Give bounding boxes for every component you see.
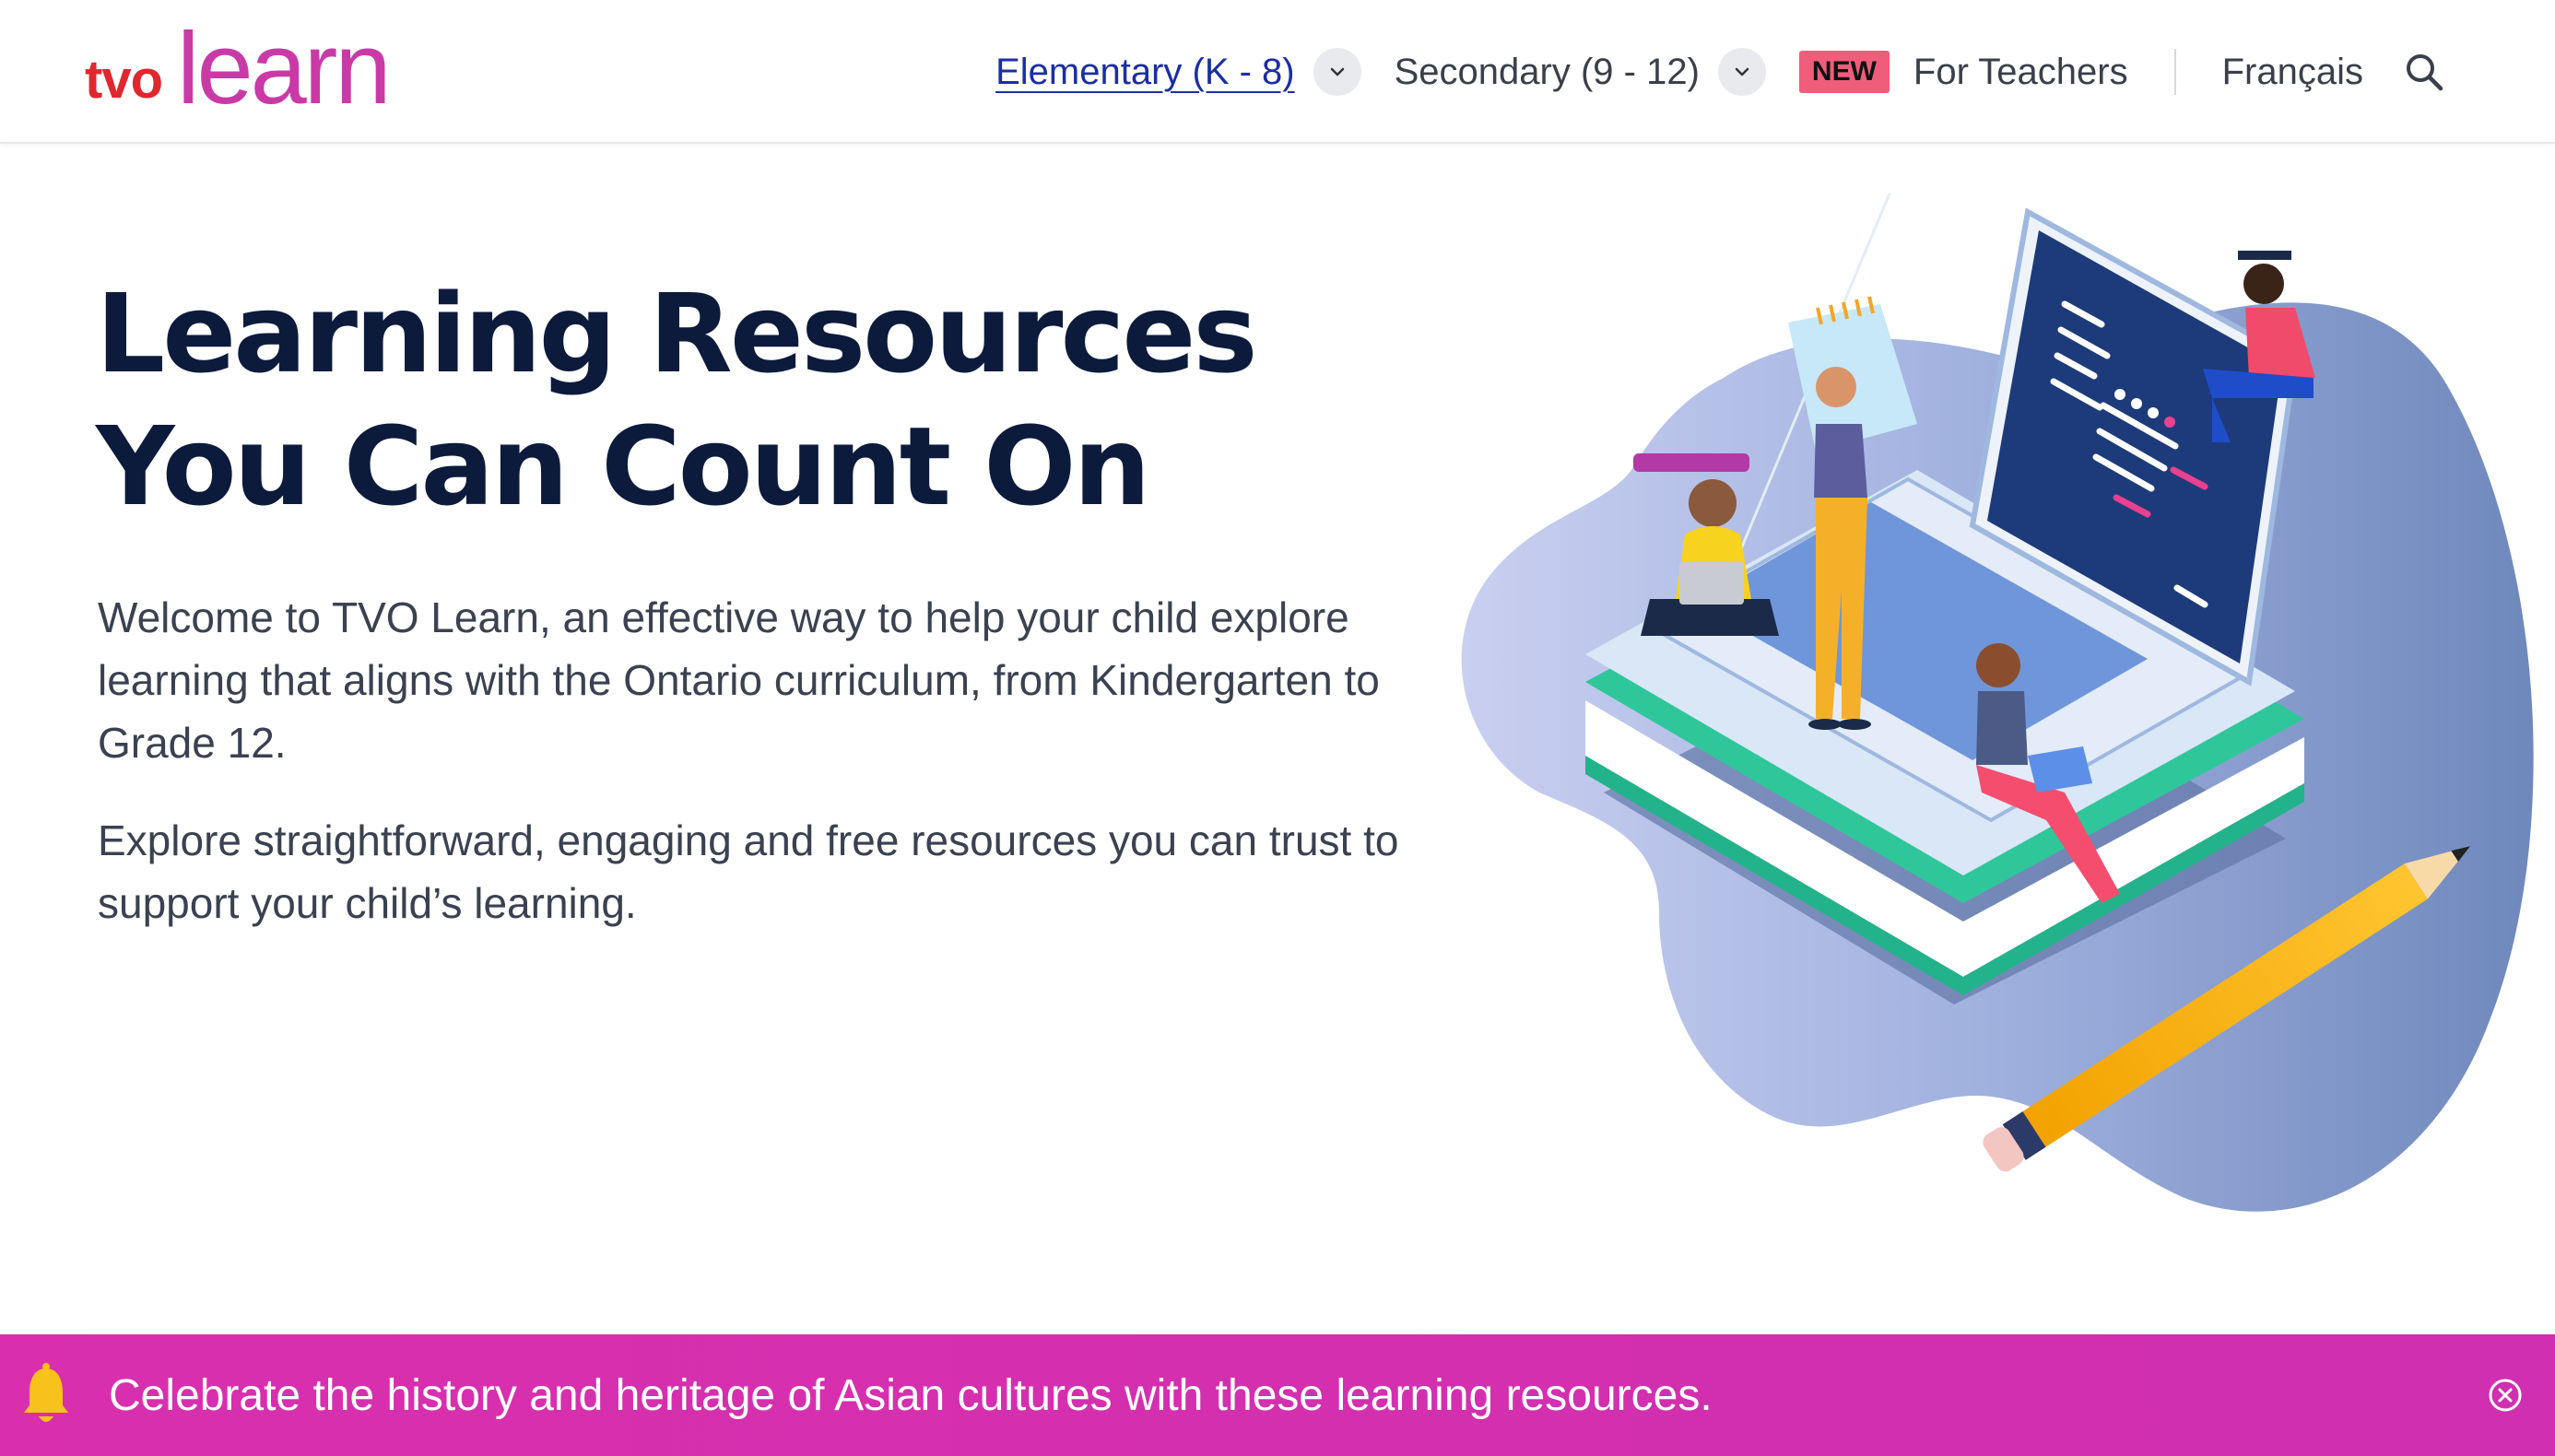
nav-elementary-link[interactable]: Elementary (K - 8) — [995, 52, 1295, 93]
nav-secondary-link[interactable]: Secondary (9 - 12) — [1395, 52, 1700, 93]
search-icon[interactable] — [2404, 52, 2444, 92]
close-icon[interactable] — [2487, 1377, 2524, 1414]
logo-tvo-text: tvo — [85, 50, 163, 110]
logo-learn-text: learn — [177, 12, 392, 125]
announcement-banner[interactable]: Celebrate the history and heritage of As… — [0, 1334, 2555, 1456]
chevron-down-icon[interactable] — [1313, 48, 1361, 96]
language-toggle-link[interactable]: Français — [2222, 52, 2363, 93]
new-badge: NEW — [1798, 51, 1890, 93]
tvo-learn-logo[interactable]: tvo learn — [85, 12, 392, 125]
main-nav: Elementary (K - 8) Secondary (9 - 12) NE… — [995, 37, 2444, 107]
intro-paragraph: Welcome to TVO Learn, an effective way t… — [98, 593, 1380, 767]
page-title-line1: Learning Resources — [96, 270, 1258, 397]
nav-divider — [2173, 49, 2176, 95]
bell-icon — [20, 1363, 72, 1427]
chevron-down-icon[interactable] — [1717, 48, 1766, 96]
hero-illustration — [1419, 193, 2555, 1235]
banner-text[interactable]: Celebrate the history and heritage of As… — [109, 1370, 1713, 1421]
page-title-line2: You Can Count On — [96, 403, 1151, 530]
explore-paragraph: Explore straightforward, engaging and fr… — [98, 816, 1399, 927]
site-header: tvo learn Elementary (K - 8) Secondary (… — [0, 0, 2555, 144]
page-title: Learning Resources You Can Count On — [96, 267, 1386, 533]
nav-teachers-link[interactable]: For Teachers — [1913, 52, 2128, 93]
